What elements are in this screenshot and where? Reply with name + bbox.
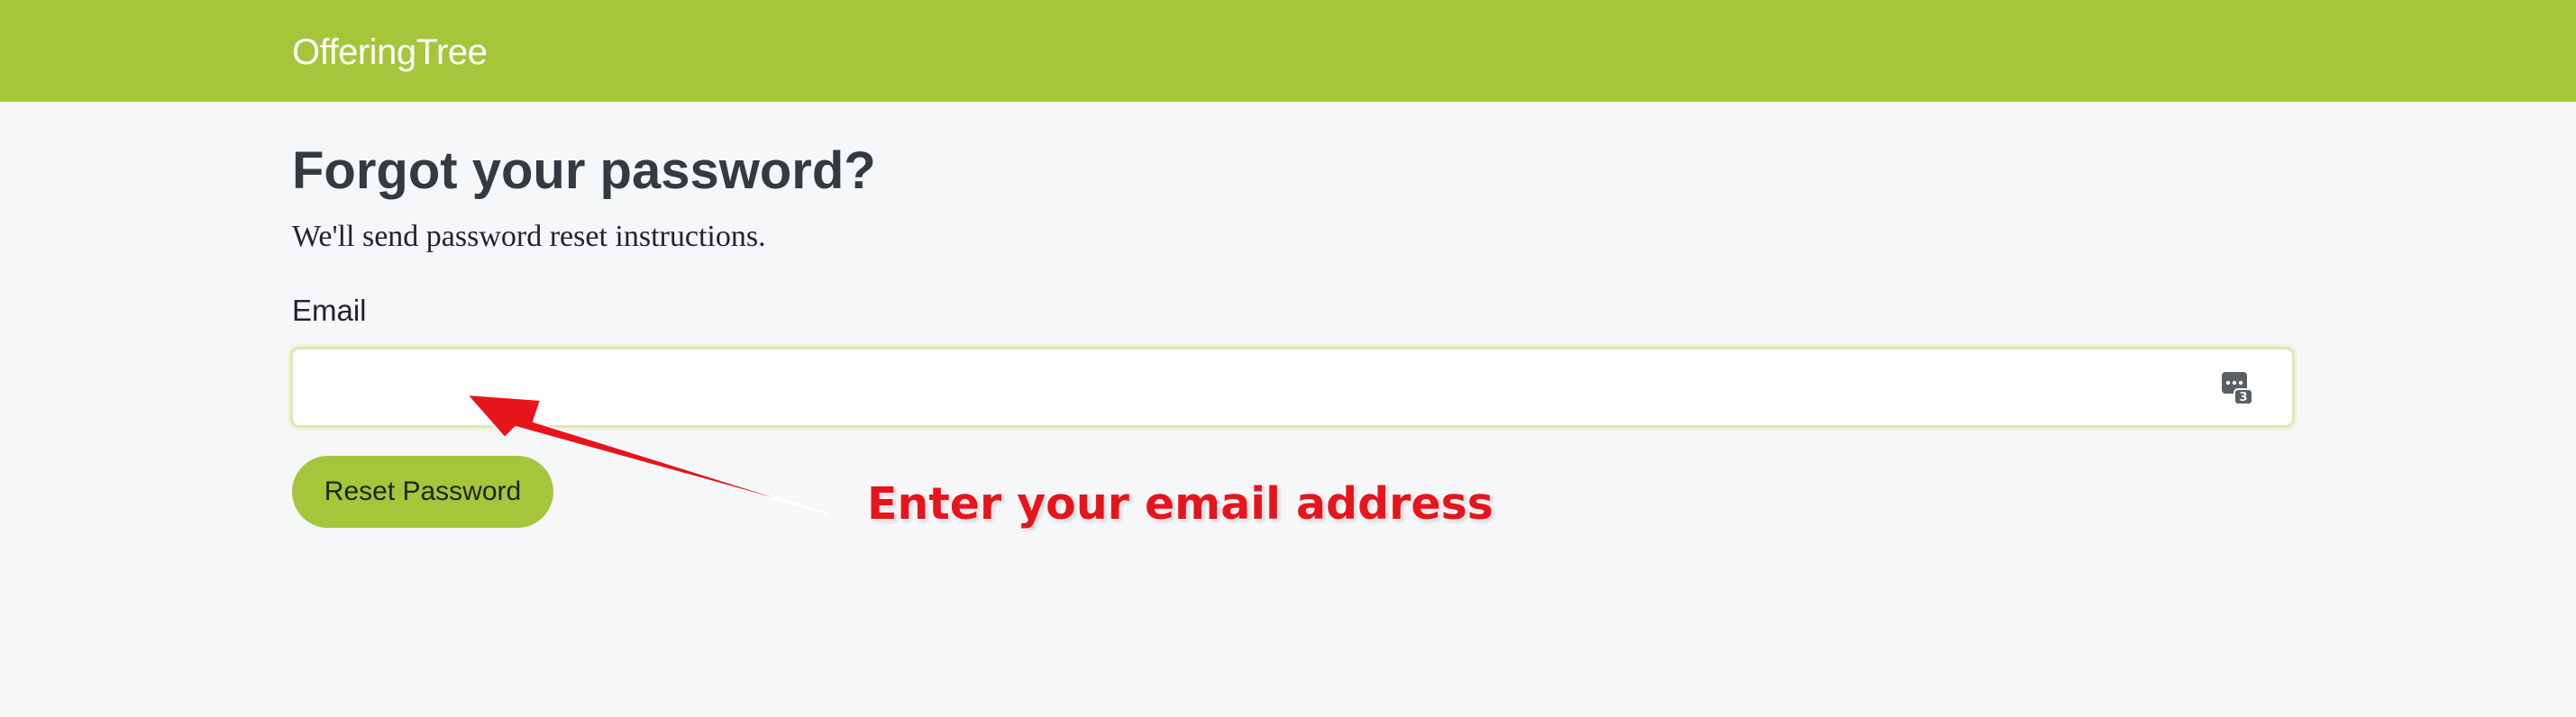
page-subtitle: We'll send password reset instructions. xyxy=(292,220,766,253)
reset-password-button[interactable]: Reset Password xyxy=(292,456,553,528)
email-field[interactable] xyxy=(290,347,2295,428)
page-title: Forgot your password? xyxy=(292,141,876,200)
instruction-callout: Enter your email address xyxy=(867,478,1494,530)
email-label: Email xyxy=(292,294,367,327)
password-manager-icon[interactable]: 3 xyxy=(2221,371,2253,405)
brand-logo[interactable]: OfferingTree xyxy=(292,31,488,74)
top-navbar: OfferingTree xyxy=(0,0,2576,102)
svg-text:3: 3 xyxy=(2239,391,2247,404)
